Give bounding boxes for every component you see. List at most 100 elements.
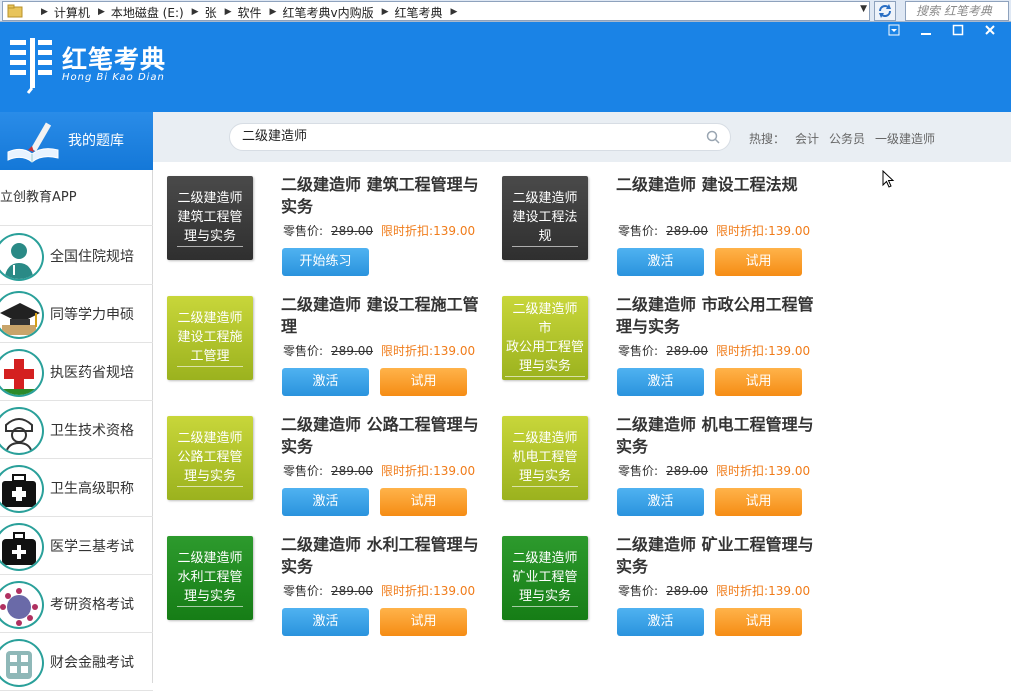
activate-button[interactable]: 激活 xyxy=(282,608,369,636)
discount-price: 139.00 xyxy=(768,584,811,598)
price-line: 零售价: 289.00 限时折扣:139.00 xyxy=(283,462,475,479)
sidebar-item-label: 全国住院规培 xyxy=(50,249,134,265)
sidebar-item[interactable]: 财会金融考试 xyxy=(0,633,153,691)
retail-price-label: 零售价: xyxy=(283,224,324,238)
book-cover[interactable]: 二级建造师 建筑工程管 理与实务 xyxy=(167,176,253,260)
trial-button[interactable]: 试用 xyxy=(715,368,802,396)
chevron-right-icon[interactable]: ▶ xyxy=(449,4,460,21)
maximize-button[interactable] xyxy=(945,24,971,42)
trial-button[interactable]: 试用 xyxy=(380,608,467,636)
discount-label: 限时折扣: xyxy=(716,224,769,238)
book-title[interactable]: 二级建造师 市政公用工程管理与实务 xyxy=(616,294,826,338)
trial-button[interactable]: 试用 xyxy=(715,488,802,516)
hot-search-link[interactable]: 一级建造师 xyxy=(875,130,935,147)
hot-search-label: 热搜： xyxy=(749,132,786,146)
sidebar: 我的题库 立创教育APP 全国住院规培同等学力申硕 执医药省规培卫生技术资格卫生高… xyxy=(0,112,153,691)
sidebar-item[interactable]: 卫生技术资格 xyxy=(0,401,153,459)
activate-button[interactable]: 激活 xyxy=(617,488,704,516)
book-card: 二级建造师 建筑工程管 理与实务 二级建造师 建筑工程管理与实务 零售价: 289.0… xyxy=(167,174,497,286)
sidebar-item[interactable]: 全国住院规培 xyxy=(0,227,153,285)
refresh-icon xyxy=(879,4,891,18)
book-cover-text: 二级建造师 机电工程管 理与实务 xyxy=(512,429,578,487)
trial-button[interactable]: 试用 xyxy=(380,488,467,516)
address-box[interactable]: ▶ 计算机 ▶ 本地磁盘 (E:) ▶ 张 ▶ 软件 ▶ 红笔考典v内购版 ▶ 红笔考典 ▶ ▼ xyxy=(2,1,870,21)
book-title[interactable]: 二级建造师 矿业工程管理与实务 xyxy=(616,534,826,578)
discount-price: 139.00 xyxy=(433,224,476,238)
book-cover-text: 二级建造师 建设工程施 工管理 xyxy=(177,309,243,367)
discount-label: 限时折扣: xyxy=(381,464,434,478)
chevron-right-icon[interactable]: ▶ xyxy=(190,4,201,21)
sidebar-item[interactable]: 医学三基考试 xyxy=(0,517,153,575)
start-practice-button[interactable]: 开始练习 xyxy=(282,248,369,276)
book-title[interactable]: 二级建造师 机电工程管理与实务 xyxy=(616,414,826,458)
breadcrumb-item[interactable]: 计算机 xyxy=(50,4,96,21)
discount-label: 限时折扣: xyxy=(716,584,769,598)
price-line: 零售价: 289.00 限时折扣:139.00 xyxy=(618,462,810,479)
sidebar-item[interactable]: 卫生高级职称 xyxy=(0,459,153,517)
original-price: 289.00 xyxy=(666,584,709,598)
book-cover[interactable]: 二级建造师 建设工程法 规 xyxy=(502,176,588,260)
sidebar-item[interactable]: 执医药省规培 xyxy=(0,343,153,401)
sidebar-item[interactable]: 考研资格考试 xyxy=(0,575,153,633)
graduation-cap-icon xyxy=(0,291,44,339)
sidebar-item[interactable]: 同等学力申硕 xyxy=(0,285,153,343)
explorer-search-input[interactable]: 搜索 红笔考典 xyxy=(905,1,1009,21)
book-cover[interactable]: 二级建造师 矿业工程管 理与实务 xyxy=(502,536,588,620)
hot-search-link[interactable]: 会计 xyxy=(795,130,819,147)
discount-price: 139.00 xyxy=(433,584,476,598)
window-controls xyxy=(881,24,1003,42)
chevron-right-icon[interactable]: ▶ xyxy=(268,4,279,21)
sidebar-item-label: 卫生技术资格 xyxy=(50,423,134,439)
activate-button[interactable]: 激活 xyxy=(282,368,369,396)
activate-button[interactable]: 激活 xyxy=(282,488,369,516)
book-cover[interactable]: 二级建造师 水利工程管 理与实务 xyxy=(167,536,253,620)
chevron-right-icon[interactable]: ▶ xyxy=(223,4,234,21)
book-cover[interactable]: 二级建造师 建设工程施 工管理 xyxy=(167,296,253,380)
chevron-right-icon[interactable]: ▶ xyxy=(39,4,50,21)
chevron-right-icon[interactable]: ▶ xyxy=(96,4,107,21)
book-title[interactable]: 二级建造师 公路工程管理与实务 xyxy=(281,414,491,458)
discount-price: 139.00 xyxy=(433,344,476,358)
logo: 红笔考典 Hong Bi Kao Dian xyxy=(8,36,188,96)
trial-button[interactable]: 试用 xyxy=(715,608,802,636)
maximize-icon xyxy=(952,24,964,36)
breadcrumb-item[interactable]: 软件 xyxy=(234,4,268,21)
breadcrumb-item[interactable]: 红笔考典 xyxy=(391,4,449,21)
book-title[interactable]: 二级建造师 建设工程施工管理 xyxy=(281,294,491,338)
settings-dropdown-button[interactable] xyxy=(881,24,907,42)
activate-button[interactable]: 激活 xyxy=(617,608,704,636)
breadcrumb-item[interactable]: 张 xyxy=(201,4,223,21)
trial-button[interactable]: 试用 xyxy=(380,368,467,396)
book-cover[interactable]: 二级建造师 机电工程管 理与实务 xyxy=(502,416,588,500)
book-title[interactable]: 二级建造师 建筑工程管理与实务 xyxy=(281,174,491,218)
chevron-down-icon[interactable]: ▼ xyxy=(860,4,867,14)
sidebar-app-entry[interactable]: 立创教育APP xyxy=(0,170,153,226)
book-title[interactable]: 二级建造师 建设工程法规 xyxy=(616,174,826,196)
book-cover[interactable]: 二级建造师 市 政公用工程管 理与实务 xyxy=(502,296,588,380)
chevron-right-icon[interactable]: ▶ xyxy=(380,4,391,21)
book-card: 二级建造师 建设工程施 工管理 二级建造师 建设工程施工管理零售价: 289.00 限… xyxy=(167,294,497,406)
original-price: 289.00 xyxy=(331,584,374,598)
retail-price-label: 零售价: xyxy=(618,584,659,598)
medical-bag-icon xyxy=(0,523,44,571)
breadcrumb-item[interactable]: 本地磁盘 (E:) xyxy=(107,4,190,21)
hot-search-link[interactable]: 公务员 xyxy=(829,130,865,147)
minimize-button[interactable] xyxy=(913,24,939,42)
activate-button[interactable]: 激活 xyxy=(617,368,704,396)
book-title[interactable]: 二级建造师 水利工程管理与实务 xyxy=(281,534,491,578)
breadcrumb-item[interactable]: 红笔考典v内购版 xyxy=(278,4,379,21)
book-cover[interactable]: 二级建造师 公路工程管 理与实务 xyxy=(167,416,253,500)
book-card: 二级建造师 水利工程管 理与实务 二级建造师 水利工程管理与实务 零售价: 289.0… xyxy=(167,534,497,646)
book-cover-text: 二级建造师 公路工程管 理与实务 xyxy=(177,429,243,487)
book-card: 二级建造师 机电工程管 理与实务 二级建造师 机电工程管理与实务零售价: 289.0… xyxy=(502,414,832,526)
refresh-button[interactable] xyxy=(874,1,896,21)
close-button[interactable] xyxy=(977,24,1003,42)
activate-button[interactable]: 激活 xyxy=(617,248,704,276)
search-icon[interactable] xyxy=(706,130,720,144)
sidebar-header[interactable]: 我的题库 xyxy=(0,112,153,170)
price-line: 零售价: 289.00 限时折扣:139.00 xyxy=(283,342,475,359)
minimize-icon xyxy=(921,33,931,35)
book-card: 二级建造师 公路工程管 理与实务 二级建造师 公路工程管理与实务零售价: 289.0… xyxy=(167,414,497,526)
trial-button[interactable]: 试用 xyxy=(715,248,802,276)
book-search-input[interactable]: 二级建造师 xyxy=(229,123,731,151)
